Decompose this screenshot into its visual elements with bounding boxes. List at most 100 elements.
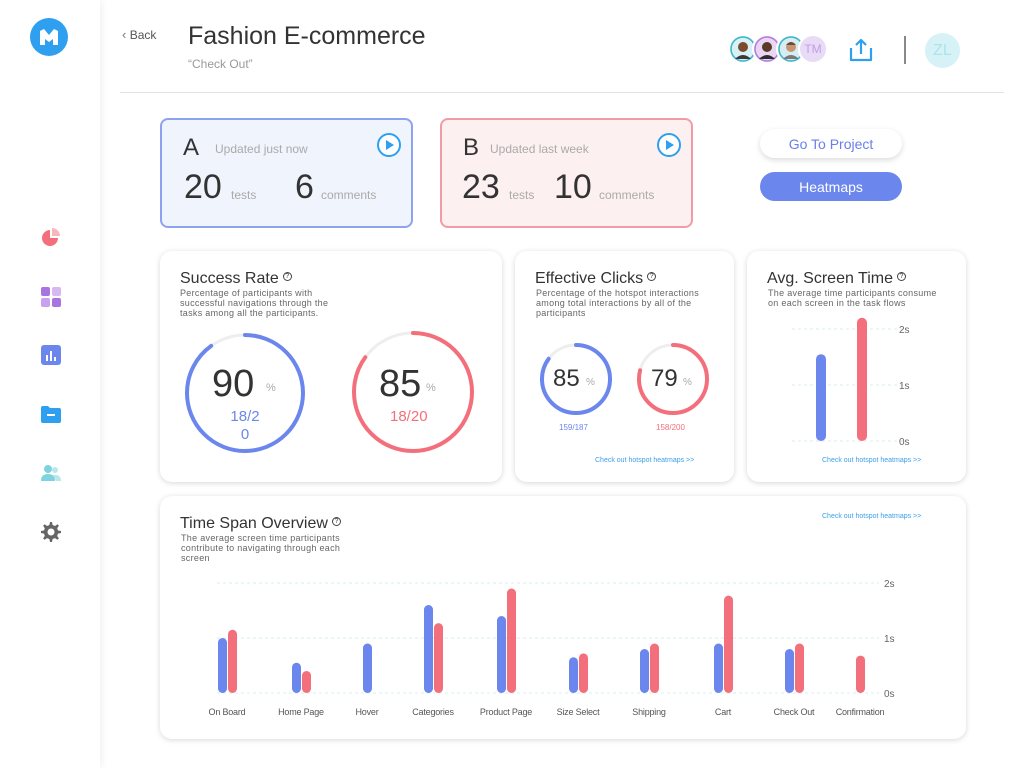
bar-shipping-b [650, 643, 659, 693]
y-tick-label: 0s [884, 689, 895, 700]
success-rate-b-value: 85 [379, 363, 422, 405]
version-b-card[interactable]: B Updated last week 23 tests 10 comments [440, 118, 693, 228]
click-ring-b-value: 79 [651, 365, 678, 392]
hotspot-heatmaps-link[interactable]: Check out hotspot heatmaps >> [822, 457, 921, 464]
dashboard-grid-icon[interactable] [39, 285, 63, 309]
logo-m-icon [40, 29, 58, 45]
card-title: Success Rate? [180, 270, 292, 288]
help-icon[interactable]: ? [282, 272, 292, 281]
y-tick-label: 0s [899, 437, 910, 448]
x-tick-label: Size Select [557, 707, 601, 717]
hotspot-heatmaps-link[interactable]: Check out hotspot heatmaps >> [595, 457, 694, 464]
x-tick-label: Categories [412, 707, 454, 717]
bar-confirmation-b [856, 655, 865, 693]
bar-check-out-b [795, 643, 804, 693]
avatar-initials: TM [798, 34, 828, 64]
version-updated: Updated last week [490, 142, 589, 156]
bar-cart-a [714, 643, 723, 693]
chevron-left-icon: ‹ [122, 27, 127, 42]
bar-categories-b [434, 623, 443, 693]
x-tick-label: Shipping [632, 707, 666, 717]
time-span-chart: 0s 1s 2s On Board Home Page Hover Categories Pr… [209, 579, 895, 717]
tests-count: 20 [184, 168, 222, 206]
settings-gear-icon[interactable] [39, 520, 63, 544]
page-subtitle: “Check Out” [188, 57, 253, 71]
y-tick-label: 2s [884, 579, 895, 590]
comments-label: comments [321, 188, 377, 202]
tests-label: tests [231, 188, 257, 202]
click-ring-a-percent: % [586, 377, 595, 388]
card-title-text: Effective Clicks [535, 270, 644, 287]
version-letter: A [183, 134, 200, 161]
x-tick-label: Hover [355, 707, 378, 717]
go-to-project-button[interactable]: Go To Project [760, 129, 902, 158]
card-description: Percentage of participants with successf… [180, 288, 329, 318]
y-tick-label: 1s [884, 634, 895, 645]
success-rate-a-value: 90 [212, 363, 255, 405]
bar-on-board-a [218, 638, 227, 693]
collaborator-avatars[interactable]: TM [728, 34, 832, 66]
ring-b-fraction: 18/20 [390, 408, 428, 425]
users-icon[interactable] [39, 461, 63, 485]
folder-icon[interactable] [39, 402, 63, 426]
bar-home-page-b [302, 671, 311, 693]
ring-a-percent: % [266, 382, 276, 394]
x-tick-label: Home Page [278, 707, 324, 717]
header-divider [904, 36, 906, 64]
bar-hover-a [363, 643, 372, 693]
y-tick-label: 2s [899, 325, 910, 336]
comments-count: 10 [554, 168, 592, 206]
time-span-card: Time Span Overview? The average screen t… [160, 496, 966, 739]
header: ‹ Back Fashion E-commerce “Check Out” TM… [120, 0, 1004, 93]
avg-screen-time-card: Avg. Screen Time? The average time parti… [747, 251, 966, 482]
ring-b-value: 85 [379, 363, 421, 406]
play-icon[interactable] [656, 132, 682, 163]
ring-a-fraction: 18/20 [230, 408, 260, 443]
click-ring-a-value: 85 [553, 365, 580, 392]
card-title: Effective Clicks? [535, 270, 657, 288]
x-tick-label: Cart [715, 707, 732, 717]
play-icon[interactable] [376, 132, 402, 163]
bar-a [816, 354, 826, 441]
share-icon[interactable] [847, 36, 875, 69]
y-tick-label: 1s [899, 381, 910, 392]
page-title: Fashion E-commerce [188, 22, 426, 50]
tests-label: tests [509, 188, 535, 202]
bar-size-select-b [579, 653, 588, 693]
card-title-text: Success Rate [180, 270, 279, 287]
click-ring-b-fraction: 158/200 [656, 423, 685, 432]
bar-b [857, 317, 867, 441]
bar-on-board-b [228, 629, 237, 693]
comments-count: 6 [295, 168, 314, 206]
user-avatar[interactable]: ZL [925, 33, 960, 68]
x-tick-label: Product Page [480, 707, 532, 717]
back-label: Back [129, 28, 157, 42]
version-updated: Updated just now [215, 142, 308, 156]
bar-categories-a [424, 605, 433, 693]
bar-check-out-a [785, 649, 794, 693]
bar-product-page-a [497, 616, 506, 693]
tests-count: 23 [462, 168, 500, 206]
comments-label: comments [599, 188, 655, 202]
click-ring-a-fraction: 159/187 [559, 423, 588, 432]
version-a-card[interactable]: A Updated just now 20 tests 6 comments [160, 118, 413, 228]
bar-product-page-b [507, 588, 516, 693]
success-rate-card: Success Rate? Percentage of participants… [160, 251, 502, 482]
x-tick-label: On Board [209, 707, 246, 717]
effective-clicks-card: Effective Clicks? Percentage of the hots… [515, 251, 734, 482]
card-description: Percentage of the hotspot interactions a… [536, 288, 699, 318]
sidebar [0, 0, 100, 768]
heatmaps-button[interactable]: Heatmaps [760, 172, 902, 201]
bar-cart-b [724, 595, 733, 693]
ring-b-percent: % [426, 382, 436, 394]
back-link[interactable]: ‹ Back [122, 27, 156, 42]
click-ring-b-percent: % [683, 377, 692, 388]
x-tick-label: Confirmation [836, 707, 885, 717]
bar-shipping-a [640, 649, 649, 693]
x-tick-label: Check Out [774, 707, 815, 717]
app-logo[interactable] [30, 18, 68, 56]
bar-chart-icon[interactable] [39, 343, 63, 367]
pie-chart-icon[interactable] [39, 226, 63, 250]
help-icon[interactable]: ? [647, 272, 657, 281]
avg-screen-time-chart: 0s 1s 2s [792, 317, 910, 448]
